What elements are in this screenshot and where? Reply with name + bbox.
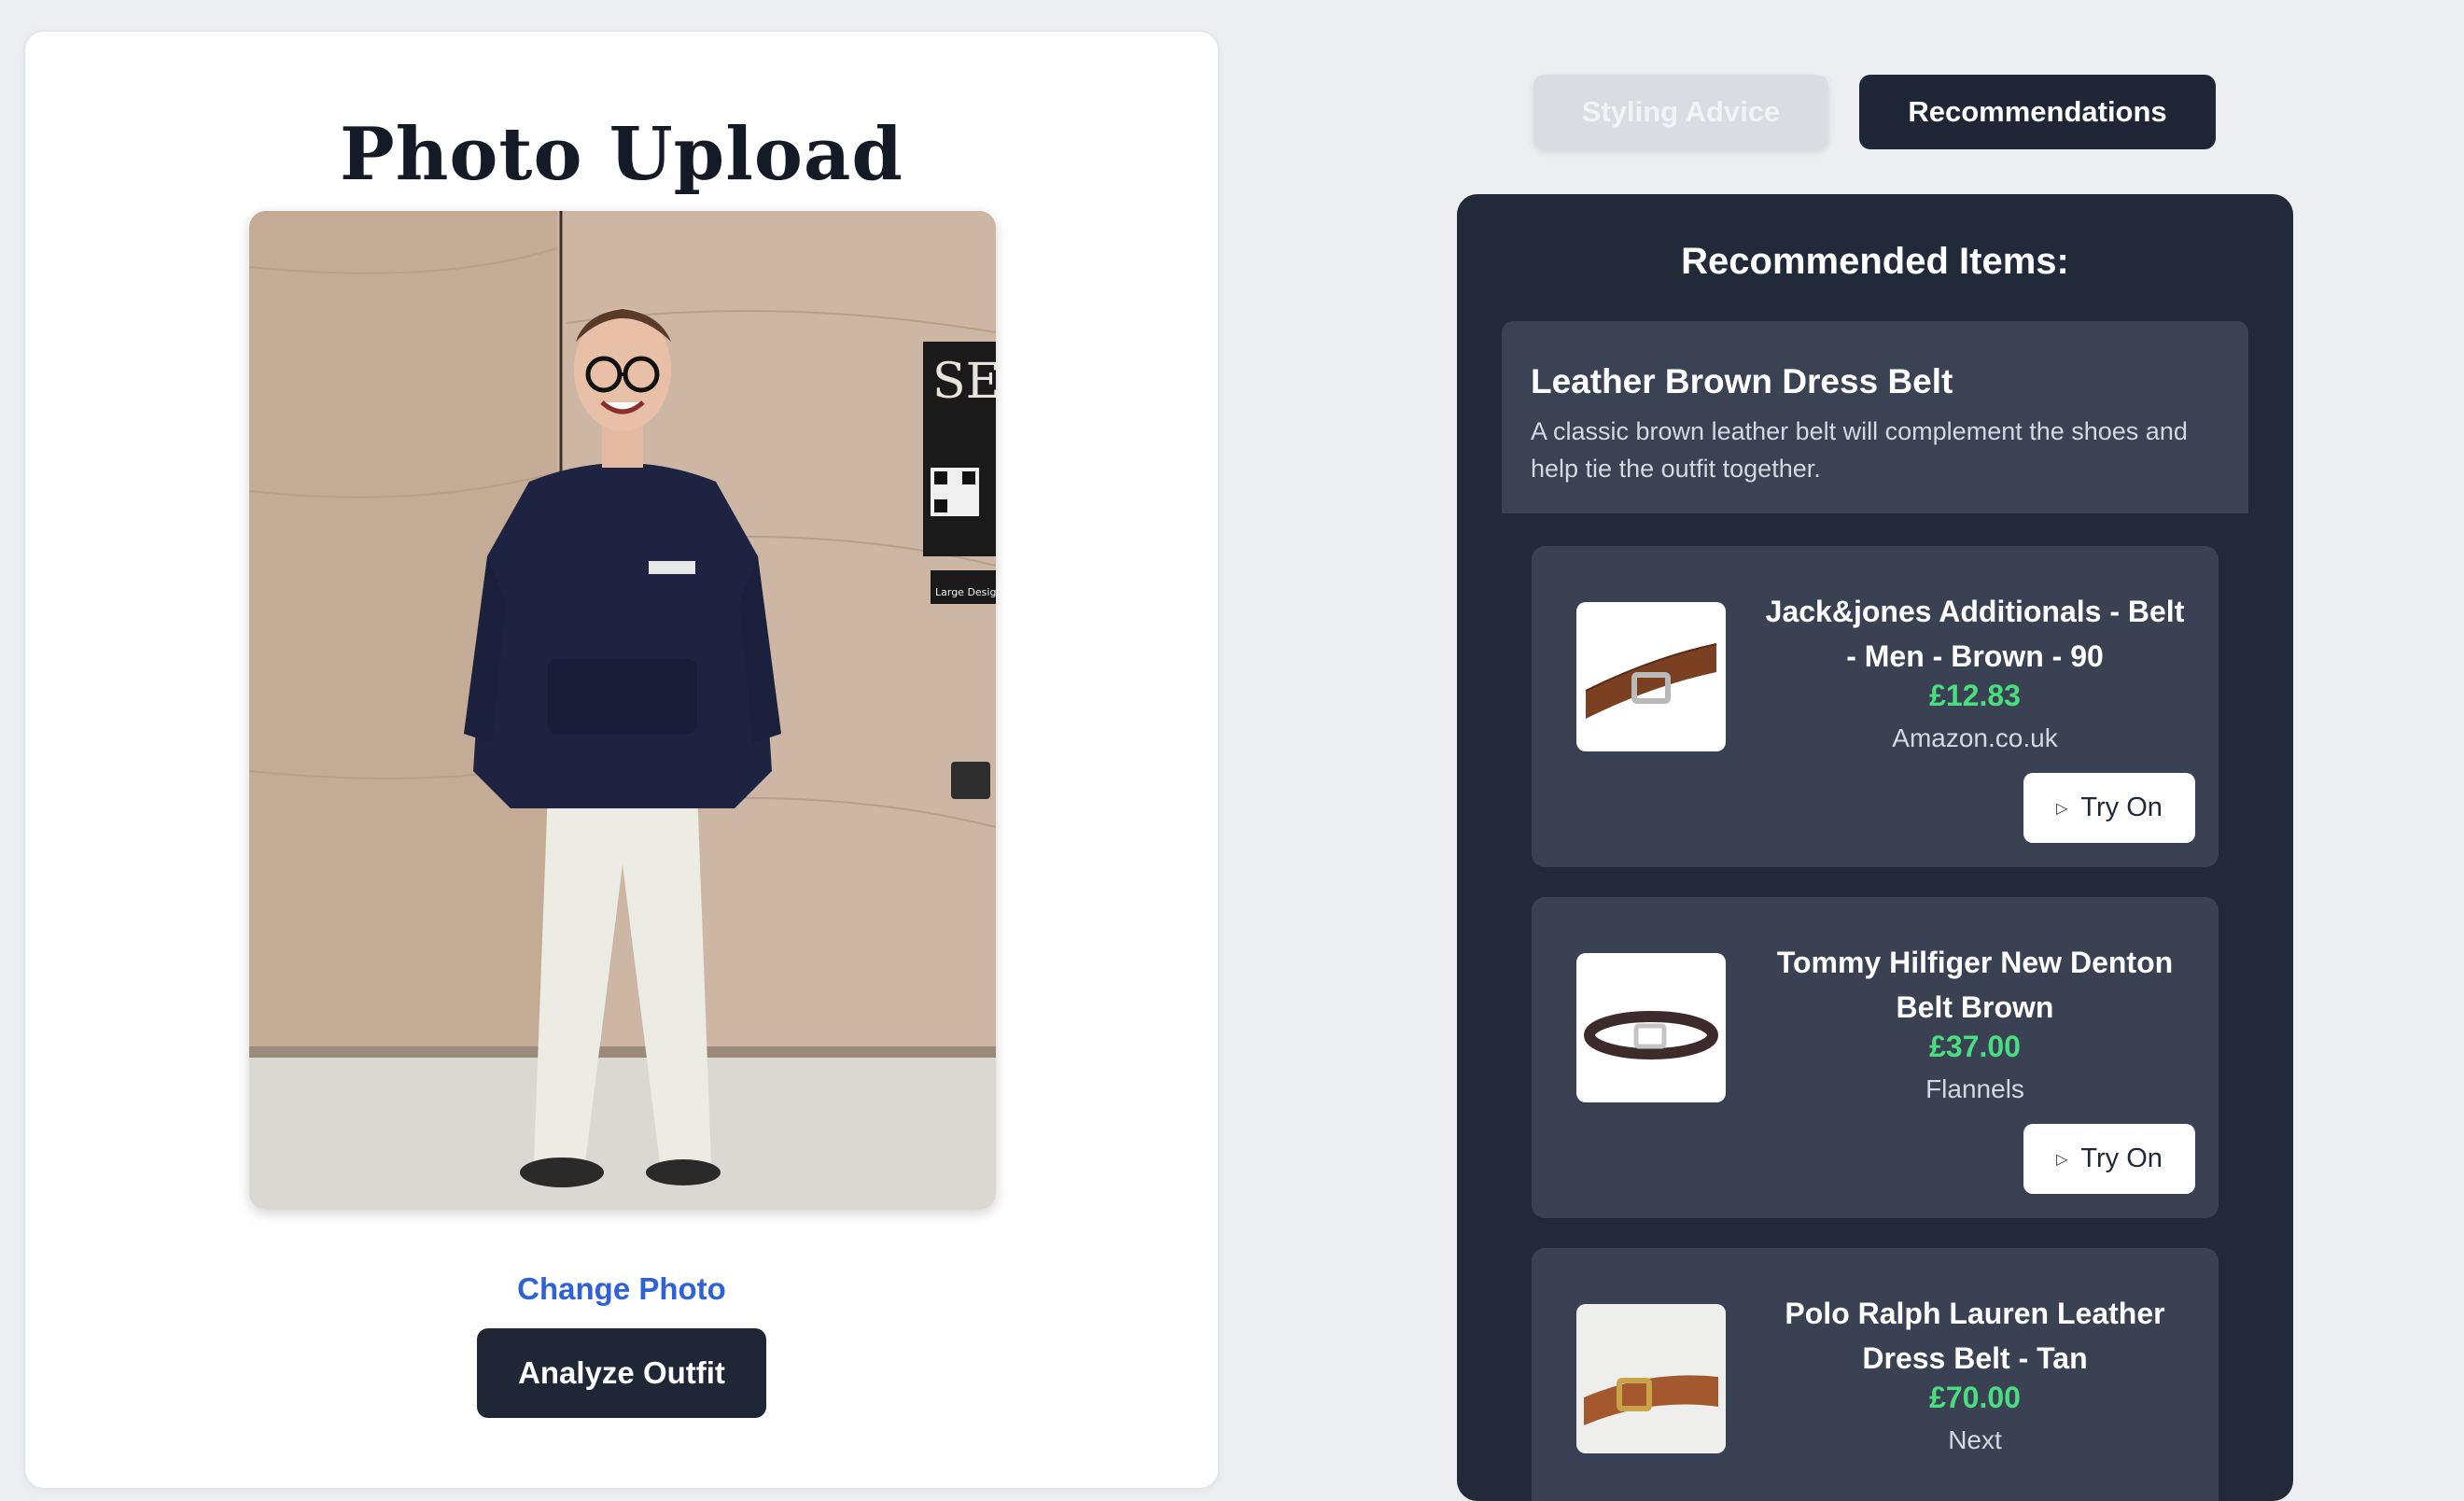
- try-on-button[interactable]: ▷ Try On: [2023, 773, 2195, 843]
- play-icon: ▷: [2056, 800, 2068, 817]
- product-card: Jack&jones Additionals - Belt - Men - Br…: [1532, 546, 2219, 867]
- recommendations-heading: Recommended Items:: [1681, 241, 2069, 282]
- product-store: Amazon.co.uk: [1892, 723, 2058, 752]
- tab-recommendations[interactable]: Recommendations: [1859, 75, 2216, 149]
- suggestion-card: Leather Brown Dress Belt A classic brown…: [1502, 321, 2248, 513]
- svg-text:Large Desig: Large Desig: [935, 586, 996, 598]
- play-icon: ▷: [2056, 1151, 2068, 1168]
- product-price: £12.83: [1929, 679, 2021, 712]
- page-title: Photo Upload: [340, 112, 903, 197]
- tab-styling-advice[interactable]: Styling Advice: [1533, 75, 1828, 149]
- product-card: Tommy Hilfiger New Denton Belt Brown £37…: [1532, 897, 2219, 1218]
- brown-belt-icon: [1576, 602, 1726, 751]
- product-price: £70.00: [1929, 1381, 2021, 1414]
- dark-brown-belt-icon: [1576, 953, 1726, 1102]
- product-store: Flannels: [1925, 1074, 2024, 1103]
- suggestion-title: Leather Brown Dress Belt: [1531, 362, 1953, 400]
- change-photo-link[interactable]: Change Photo: [25, 1271, 1218, 1307]
- suggestion-description: A classic brown leather belt will comple…: [1531, 417, 2188, 483]
- product-name: Polo Ralph Lauren Leather Dress Belt - T…: [1785, 1297, 2165, 1375]
- product-name: Tommy Hilfiger New Denton Belt Brown: [1776, 946, 2174, 1024]
- recommendations-panel: Recommended Items: Leather Brown Dress B…: [1457, 194, 2293, 1501]
- analyze-outfit-button[interactable]: Analyze Outfit: [477, 1328, 766, 1418]
- try-on-label: Try On: [2080, 1143, 2163, 1173]
- product-price: £37.00: [1929, 1030, 2021, 1063]
- try-on-button[interactable]: ▷ Try On: [2023, 1124, 2195, 1194]
- product-store: Next: [1948, 1425, 2002, 1454]
- product-name: Jack&jones Additionals - Belt - Men - Br…: [1765, 595, 2185, 673]
- product-card: Polo Ralph Lauren Leather Dress Belt - T…: [1532, 1248, 2219, 1501]
- try-on-label: Try On: [2080, 793, 2163, 822]
- photo-upload-card: Photo Upload SE Large Desig Change Photo…: [23, 30, 1220, 1490]
- tan-belt-icon: [1576, 1304, 1726, 1453]
- uploaded-photo: SE Large Desig: [249, 211, 996, 1210]
- svg-text:SE: SE: [932, 354, 996, 410]
